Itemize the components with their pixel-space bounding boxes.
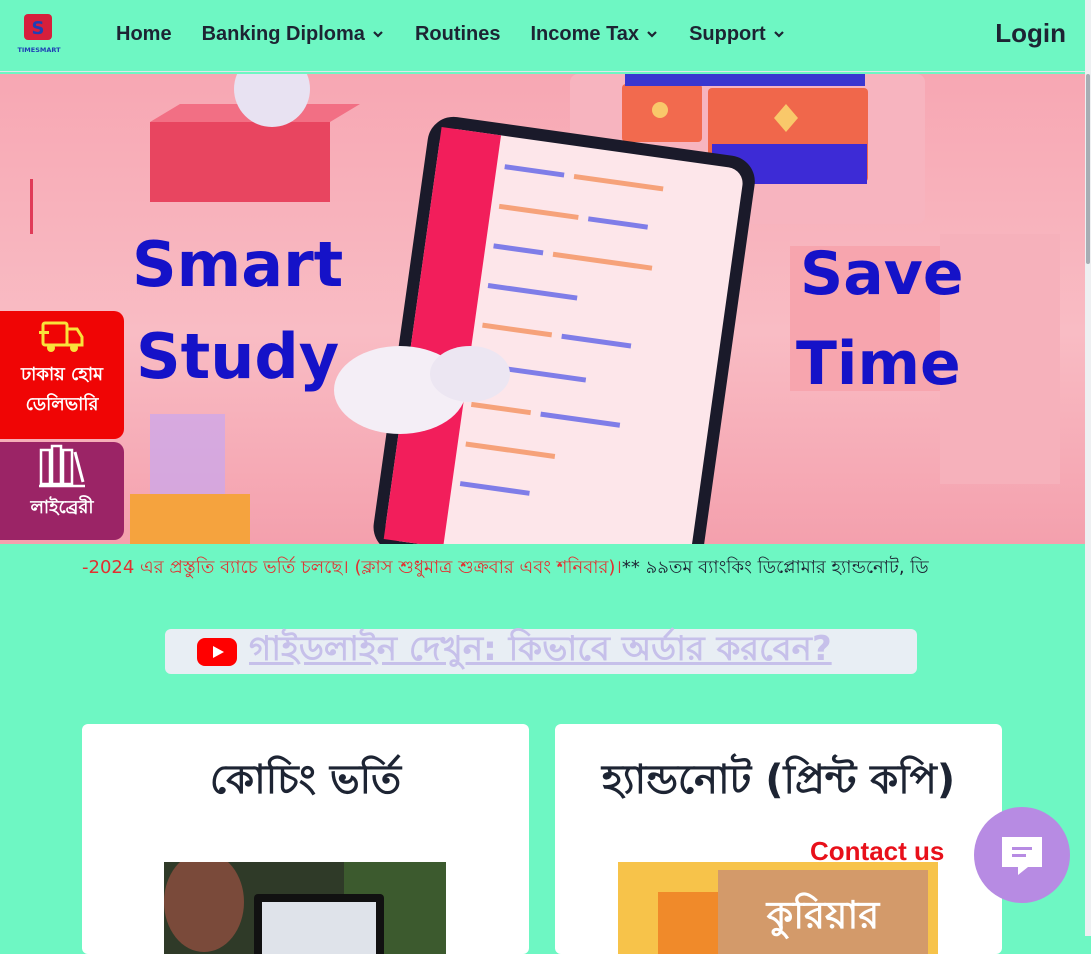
chat-icon xyxy=(1002,837,1042,875)
guideline-link[interactable]: গাইডলাইন দেখুন: কিভাবে অর্ডার করবেন? xyxy=(165,629,917,674)
hero-time-text: Time xyxy=(796,329,961,399)
nav-home-label: Home xyxy=(116,22,172,45)
chevron-down-icon xyxy=(647,31,657,38)
books-icon xyxy=(39,444,85,488)
guideline-text: গাইডলাইন দেখুন: কিভাবে অর্ডার করবেন? xyxy=(249,629,832,669)
courier-image-text: কুরিয়ার xyxy=(766,893,880,937)
hero-study-text: Study xyxy=(136,320,340,393)
ticker-text-red: -2024 এর প্রস্তুতি ব্যাচে ভর্তি চলছে। (ক… xyxy=(82,557,622,578)
nav-routines[interactable]: Routines xyxy=(415,23,501,46)
card-title: কোচিং ভর্তি xyxy=(209,757,402,803)
hero-smart-text: Smart xyxy=(132,228,344,301)
library-label: লাইব্রেরী xyxy=(30,497,94,518)
contact-chat-button[interactable] xyxy=(974,807,1070,903)
hero-save-text: Save xyxy=(800,239,964,309)
card-title: হ্যান্ডনোট (প্রিন্ট কপি) xyxy=(601,757,956,803)
coaching-card-image xyxy=(164,862,446,954)
news-ticker[interactable]: -2024 এর প্রস্তুতি ব্যাচে ভর্তি চলছে। (ক… xyxy=(82,554,1002,582)
chevron-down-icon xyxy=(773,31,784,38)
svg-text:TIMESMART: TIMESMART xyxy=(17,46,61,54)
page-scrollbar[interactable] xyxy=(1085,0,1091,936)
chevron-down-icon xyxy=(373,31,383,38)
nav-support[interactable]: Support xyxy=(689,23,786,46)
delivery-label-line2: ডেলিভারি xyxy=(25,394,99,415)
contact-us-label[interactable]: Contact us xyxy=(810,836,944,867)
home-delivery-button[interactable]: ঢাকায় হোম ডেলিভারি xyxy=(0,311,124,439)
nav-income-tax[interactable]: Income Tax xyxy=(531,23,660,46)
ticker-text-dark: ** ৯৯তম ব্যাংকিং ডিপ্লোমার হ্যান্ডনোট, ড… xyxy=(621,557,929,578)
nav-routines-label: Routines xyxy=(414,22,501,45)
site-header: S TIMESMART Home Banking Diploma Routine… xyxy=(0,0,1091,72)
hero-illustration xyxy=(30,74,1060,544)
delivery-truck-icon xyxy=(39,321,84,352)
coaching-admission-card[interactable]: কোচিং ভর্তি xyxy=(82,724,529,954)
site-logo[interactable]: S TIMESMART xyxy=(16,12,62,58)
login-link[interactable]: Login xyxy=(995,18,1066,49)
handnote-card-image: কুরিয়ার xyxy=(618,862,938,954)
logo-icon: S TIMESMART xyxy=(17,14,61,54)
nav-banking-diploma-label: Banking Diploma xyxy=(201,22,365,45)
svg-text:S: S xyxy=(32,18,45,39)
scrollbar-thumb[interactable] xyxy=(1086,74,1090,264)
nav-income-tax-label: Income Tax xyxy=(530,22,640,45)
main-nav: Home Banking Diploma Routines Income Tax… xyxy=(116,0,816,68)
nav-support-label: Support xyxy=(689,22,766,45)
delivery-label-line1: ঢাকায় হোম xyxy=(20,364,104,385)
nav-home[interactable]: Home xyxy=(116,23,172,46)
hero-banner[interactable]: Smart Study Save Time xyxy=(0,74,1085,544)
nav-banking-diploma[interactable]: Banking Diploma xyxy=(202,23,385,46)
youtube-icon xyxy=(197,637,237,666)
library-button[interactable]: লাইব্রেরী xyxy=(0,442,124,540)
